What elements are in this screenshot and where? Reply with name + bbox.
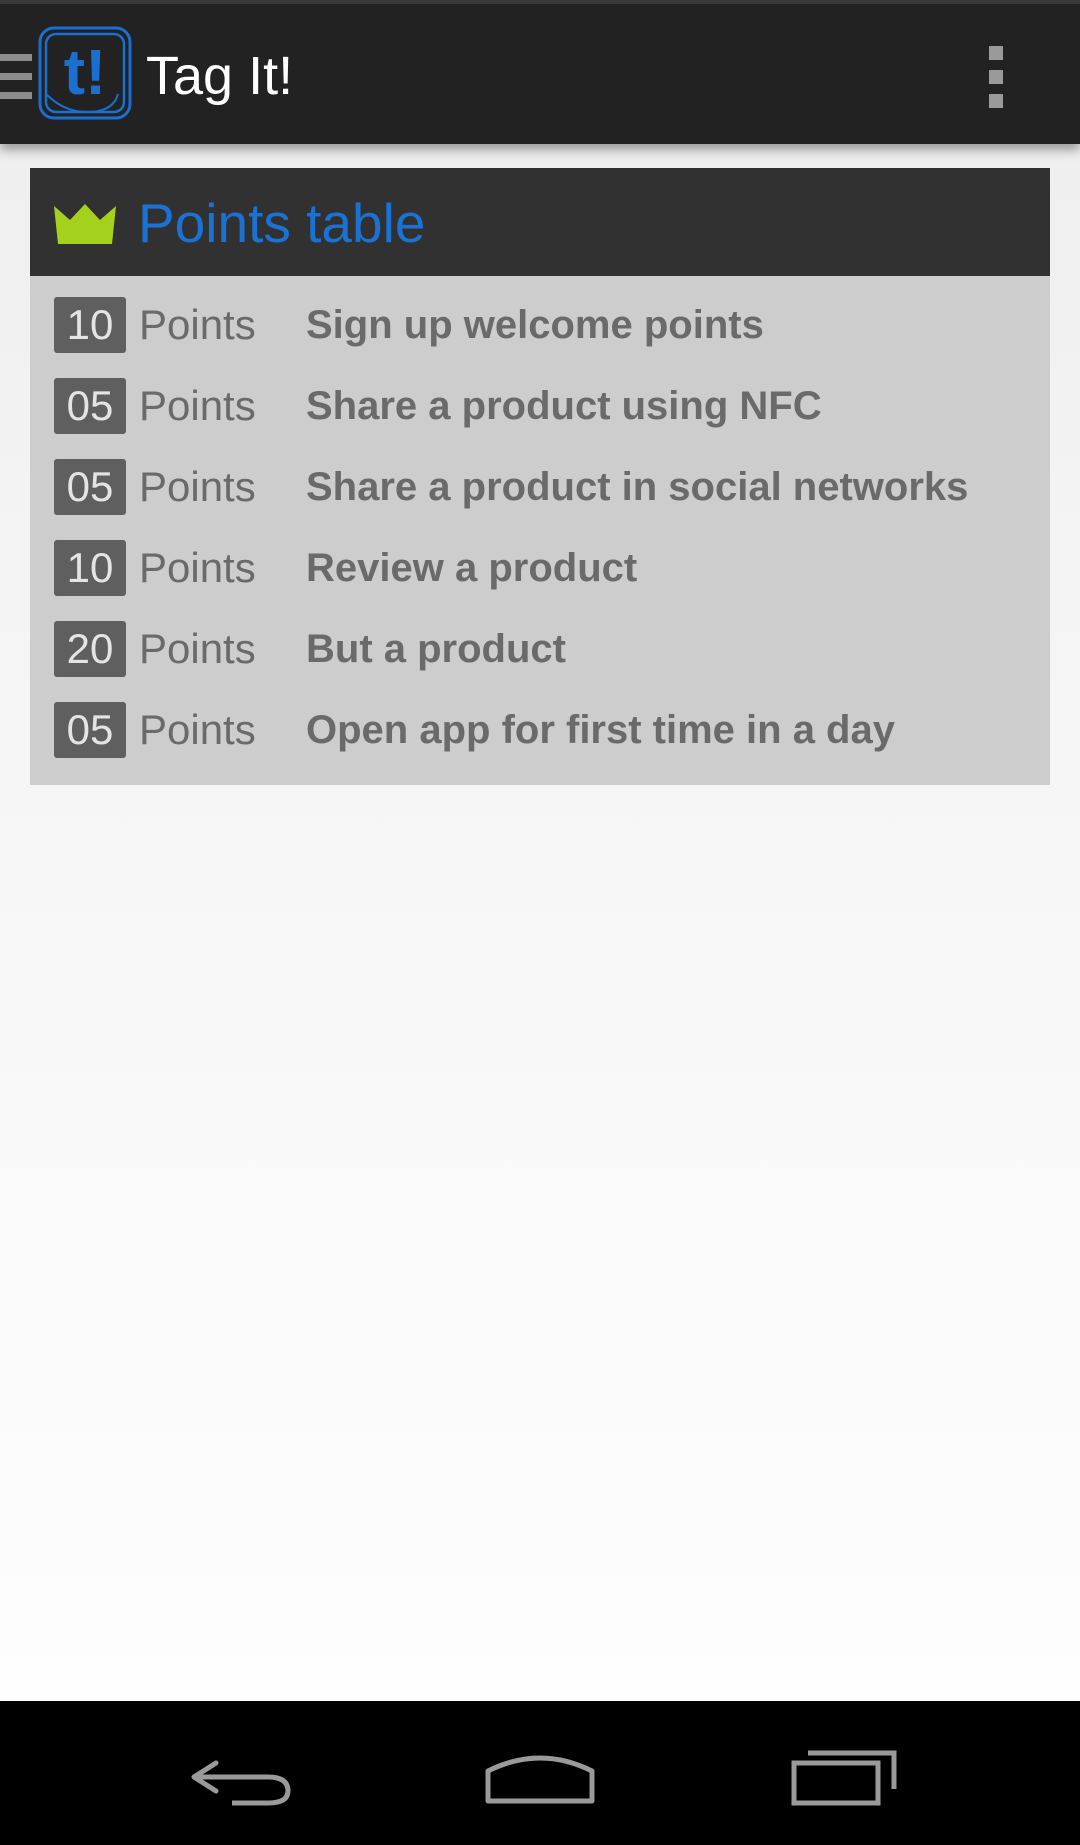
points-row: 20 Points But a product <box>30 621 1050 702</box>
points-row: 05 Points Share a product in social netw… <box>30 459 1050 540</box>
points-unit-label: Points <box>139 463 256 510</box>
recent-apps-icon[interactable] <box>784 1741 904 1811</box>
points-unit-label: Points <box>139 625 256 672</box>
points-unit-label: Points <box>139 382 256 429</box>
points-value-badge: 10 <box>54 297 126 353</box>
action-bar: t! Tag It! <box>0 0 1080 144</box>
points-action-label: Share a product using NFC <box>306 384 822 428</box>
points-table-card: Points table 10 Points Sign up welcome p… <box>30 168 1050 785</box>
points-table-title: Points table <box>138 192 426 254</box>
app-logo[interactable]: t! <box>36 24 134 122</box>
points-unit-label: Points <box>139 706 256 753</box>
points-action-label: Share a product in social networks <box>306 465 969 509</box>
points-action-label: Open app for first time in a day <box>306 708 895 752</box>
points-row: 05 Points Open app for first time in a d… <box>30 702 1050 783</box>
app-logo-text: t! <box>64 36 107 108</box>
points-unit-label: Points <box>139 301 256 348</box>
points-action-label: But a product <box>306 627 566 671</box>
points-value-badge: 10 <box>54 540 126 596</box>
points-row: 10 Points Sign up welcome points <box>30 297 1050 378</box>
points-value-badge: 05 <box>54 378 126 434</box>
overflow-menu-icon[interactable] <box>980 44 1012 110</box>
app-title: Tag It! <box>146 46 294 106</box>
points-table-header: Points table <box>30 168 1050 276</box>
points-row: 05 Points Share a product using NFC <box>30 378 1050 459</box>
points-list: 10 Points Sign up welcome points 05 Poin… <box>30 276 1050 783</box>
points-value-badge: 05 <box>54 459 126 515</box>
points-value-badge: 20 <box>54 621 126 677</box>
system-nav-bar <box>0 1701 1080 1845</box>
crown-icon <box>54 204 116 244</box>
points-row: 10 Points Review a product <box>30 540 1050 621</box>
drawer-menu-icon[interactable] <box>0 54 32 100</box>
points-value-badge: 05 <box>54 702 126 758</box>
home-icon[interactable] <box>480 1741 600 1811</box>
points-action-label: Review a product <box>306 546 638 590</box>
points-action-label: Sign up welcome points <box>306 303 764 347</box>
points-unit-label: Points <box>139 544 256 591</box>
back-icon[interactable] <box>180 1741 300 1811</box>
